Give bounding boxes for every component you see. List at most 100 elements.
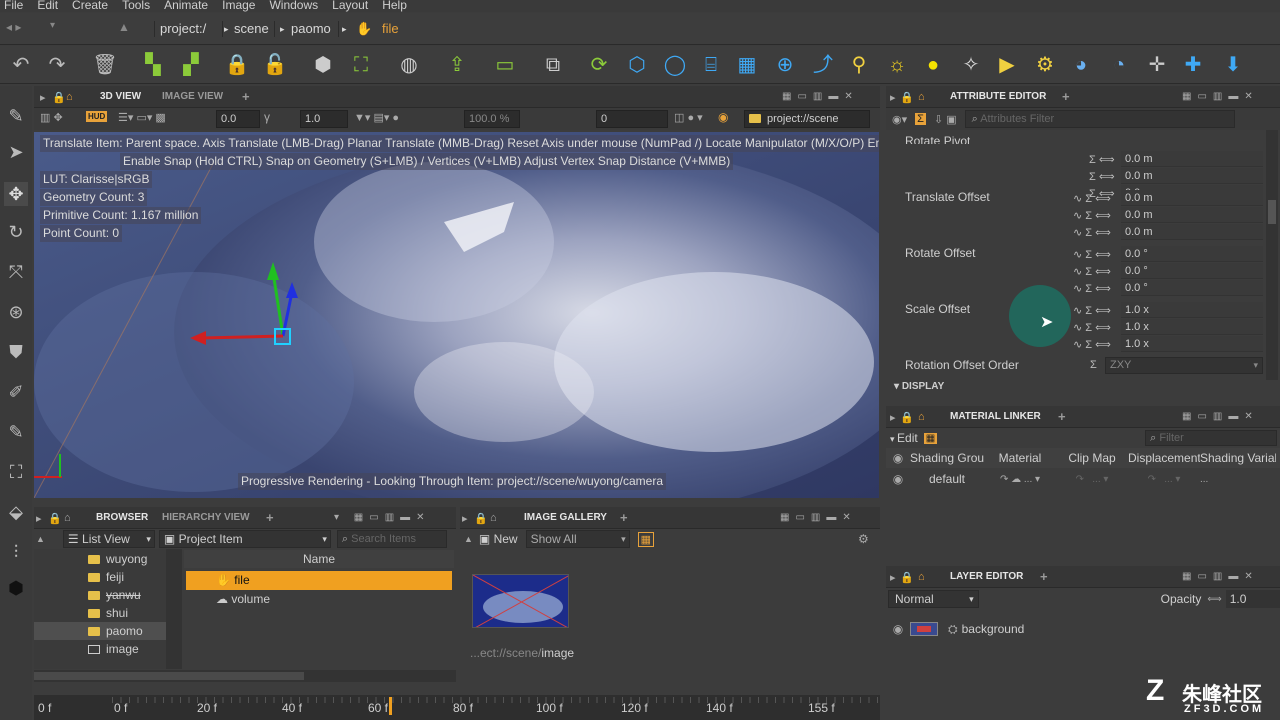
panel-menu-icon[interactable]: ▸ — [462, 512, 468, 525]
panel-menu-icon[interactable]: ▸ — [890, 91, 896, 104]
tab-add[interactable]: + — [1058, 406, 1066, 428]
settings-icon[interactable]: ⚙ — [858, 532, 869, 546]
download-icon[interactable]: ⬇ — [1220, 52, 1246, 78]
group-icon[interactable]: ▚ — [140, 52, 166, 78]
panel-home-icon[interactable]: ⌂ — [66, 91, 73, 103]
frame-field[interactable]: 0 — [596, 110, 668, 128]
item-filter-select[interactable]: ▣ Project Item ▾ — [158, 530, 331, 548]
column-clip-map[interactable]: Clip Map — [1056, 451, 1128, 465]
rotate-icon[interactable]: ↻ — [4, 220, 28, 244]
path-light-icon[interactable]: ⚲ — [846, 52, 872, 78]
display-section[interactable]: ▾ DISPLAY — [886, 379, 1266, 395]
panel-lock-icon[interactable]: 🔒 — [48, 512, 62, 525]
align-icon[interactable]: ▥ ✥ — [40, 111, 63, 124]
curve-icon[interactable]: ⤴ — [810, 52, 836, 78]
snap-icon[interactable]: ⬙ — [4, 500, 28, 524]
opacity-field[interactable]: 1.0 — [1225, 590, 1280, 608]
attr-scrollbar[interactable] — [1266, 130, 1278, 380]
blend-mode-select[interactable]: Normal ▾ — [888, 590, 979, 608]
rotation-order-select[interactable]: ZXY ▾ — [1105, 357, 1263, 374]
tab-add[interactable]: + — [1040, 566, 1048, 588]
dropdown-icon[interactable]: ▾ — [50, 20, 55, 31]
gallery-thumbnail[interactable] — [472, 574, 569, 628]
brush-icon[interactable]: ✐ — [4, 380, 28, 404]
delete-icon[interactable]: 🗑 — [92, 52, 118, 78]
tab-add[interactable]: + — [620, 507, 628, 529]
scale-offset-y[interactable]: 1.0 x — [1121, 319, 1263, 335]
displacement-slot[interactable]: ↷ ... ▾ — [1128, 474, 1200, 485]
cube-icon[interactable]: ⬡ — [624, 52, 650, 78]
eye-icon[interactable]: ◉ — [718, 110, 728, 124]
eye-icon[interactable]: ◉ — [886, 622, 910, 636]
breadcrumb-project[interactable]: project:/ — [160, 20, 206, 38]
menu-edit[interactable]: Edit — [37, 0, 58, 11]
light-sphere-icon[interactable]: ● — [920, 52, 946, 78]
tab-browser[interactable]: BROWSER — [96, 507, 148, 529]
gallery-title[interactable]: IMAGE GALLERY — [524, 507, 607, 529]
rotate-pivot-x[interactable]: 0.0 m — [1121, 151, 1263, 167]
menu-animate[interactable]: Animate — [164, 0, 208, 11]
display-icon[interactable]: ☰▾ ▭▾ ▩ — [118, 111, 166, 124]
collapse-icon[interactable]: ▲ — [464, 534, 473, 544]
frame-icon[interactable]: ⛶ — [4, 460, 28, 484]
attribute-editor-title[interactable]: ATTRIBUTE EDITOR — [950, 86, 1046, 108]
layer-editor-title[interactable]: LAYER EDITOR — [950, 566, 1023, 588]
menu-windows[interactable]: Windows — [269, 0, 318, 11]
item-row-selected[interactable]: ✋ file — [186, 571, 452, 590]
playhead[interactable] — [389, 697, 392, 715]
comment-icon[interactable]: ◉▾ — [892, 113, 907, 126]
panel-layout-icon[interactable]: ▦▭▥▬✕ — [1182, 571, 1259, 582]
panel-lock-icon[interactable]: 🔒 — [474, 512, 488, 525]
sky-icon[interactable]: ◔ — [1106, 52, 1132, 78]
panel-lock-icon[interactable]: 🔒 — [900, 91, 914, 104]
connect-icon[interactable]: ✛ — [1144, 52, 1170, 78]
collapse-icon[interactable]: ▲ — [36, 534, 45, 544]
back-icon[interactable]: ◂ ▸ — [6, 20, 21, 34]
translate-offset-z[interactable]: 0.0 m — [1121, 224, 1263, 240]
viewport-3d[interactable]: Translate Item: Parent space. Axis Trans… — [34, 132, 879, 498]
panel-home-icon[interactable]: ⌂ — [918, 411, 925, 423]
select-arrow-icon[interactable]: ➤ — [4, 140, 28, 164]
new-button[interactable]: ▣ New — [479, 532, 518, 546]
measure-icon[interactable]: ⫶ — [4, 540, 28, 564]
ungroup-icon[interactable]: ▞ — [178, 52, 204, 78]
menu-image[interactable]: Image — [222, 0, 255, 11]
scale-icon[interactable]: ⤧ — [4, 260, 28, 284]
opacity-stepper-icon[interactable]: ⟺ — [1207, 594, 1221, 605]
item-row[interactable]: ☁ volume — [186, 590, 452, 608]
translate-offset-x[interactable]: 0.0 m — [1121, 190, 1263, 206]
up-icon[interactable]: ▲ — [118, 20, 130, 34]
tree-item-yanwu[interactable]: yanwu — [88, 586, 141, 604]
filter-icon[interactable]: ▼▾ ▤▾ ● — [354, 111, 399, 124]
column-displacement[interactable]: Displacement — [1128, 451, 1200, 465]
column-material[interactable]: Material — [984, 451, 1056, 465]
current-frame[interactable]: 0 f — [38, 701, 51, 715]
panel-layout-icon[interactable]: ▦▭▥▬✕ — [1182, 91, 1259, 102]
lock-icon[interactable]: 🔒 — [224, 52, 250, 78]
column-shading-variable[interactable]: Shading Variab — [1200, 451, 1276, 465]
menu-create[interactable]: Create — [72, 0, 108, 11]
edit-menu[interactable]: ▾ Edit — [890, 431, 918, 445]
browser-search[interactable]: ⌕ Search Items — [336, 530, 447, 548]
material-slot[interactable]: ↷ ☁ ... ▾ — [984, 474, 1056, 485]
layer-row[interactable]: ◉ ⛭ background — [886, 618, 1280, 640]
timeline[interactable]: 0 f 0 f 20 f 40 f 60 f 80 f 100 f 120 f … — [34, 695, 880, 720]
attributes-filter[interactable]: ⌕ Attributes Filter — [964, 110, 1235, 128]
panel-home-icon[interactable]: ⌂ — [918, 91, 925, 103]
panel-menu-icon[interactable]: ▸ — [890, 411, 896, 424]
tab-3d-view[interactable]: 3D VIEW — [100, 86, 141, 108]
pin-icon[interactable]: ⇩ ▣ — [934, 113, 957, 126]
material-row[interactable]: ◉ default ↷ ☁ ... ▾ ↷ ... ▾ ↷ ... ▾ ... — [886, 468, 1280, 490]
tree-item-image[interactable]: image — [88, 640, 139, 658]
breadcrumb-paomo[interactable]: paomo — [291, 20, 331, 38]
eye-icon[interactable]: ◉ — [886, 472, 910, 486]
panel-lock-icon[interactable]: 🔒 — [900, 411, 914, 424]
projector-icon[interactable]: ▶ — [994, 52, 1020, 78]
material-icon[interactable]: ▦ — [923, 432, 938, 444]
refresh-search-icon[interactable]: ⟳ — [586, 52, 612, 78]
gallery-view-icon[interactable]: ▦ — [637, 531, 655, 547]
tab-add[interactable]: + — [266, 507, 274, 529]
translate-offset-y[interactable]: 0.0 m — [1121, 207, 1263, 223]
spotlight-icon[interactable]: ✧ — [958, 52, 984, 78]
pen-icon[interactable]: ✎ — [4, 104, 28, 128]
